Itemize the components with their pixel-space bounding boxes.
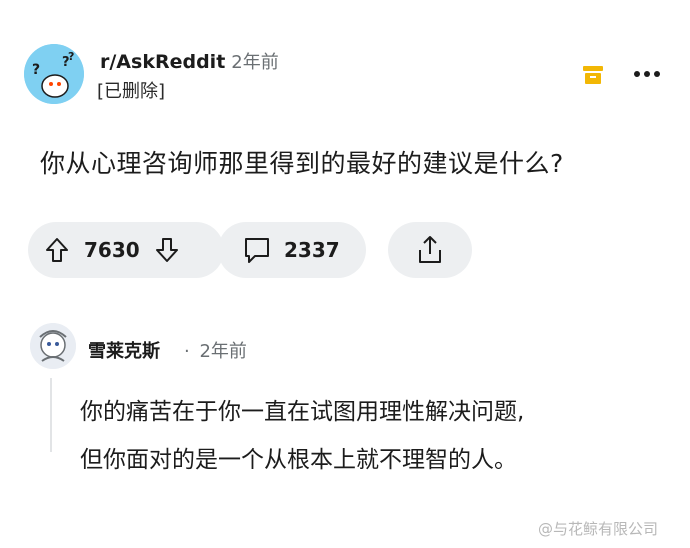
commenter-avatar[interactable] [30,323,76,369]
commenter-name[interactable]: 雪莱克斯 [88,337,160,363]
more-options-icon[interactable] [632,64,662,84]
comment-count: 2337 [284,238,340,262]
post-author: [已删除] [97,81,166,102]
subreddit-name[interactable]: r/AskReddit [100,51,225,73]
comments-button[interactable]: 2337 [218,222,366,278]
share-button[interactable] [388,222,472,278]
svg-text:?: ? [32,62,40,78]
thread-line[interactable] [50,378,52,452]
upvote-icon[interactable] [42,235,72,265]
snoo-avatar-icon: ? ? ? [24,44,84,104]
svg-text:?: ? [68,50,74,63]
share-icon [415,235,445,265]
meta-separator: · [184,341,190,362]
watermark: @与花鲸有限公司 [538,520,659,538]
comment-age: 2年前 [199,341,247,362]
post-title[interactable]: 你从心理咨询师那里得到的最好的建议是什么? [40,144,564,180]
subreddit-name-row[interactable]: r/AskReddit 2年前 [100,48,279,74]
vote-bar: 7630 [28,222,224,278]
comment-meta: · 2年前 [184,337,247,363]
comment-line: 你的痛苦在于你一直在试图用理性解决问题, [80,399,525,425]
upvote-count: 7630 [84,238,140,262]
comment-line: 但你面对的是一个从根本上就不理智的人。 [80,447,517,473]
post-age: 2年前 [231,52,279,73]
save-icon[interactable] [580,62,606,88]
downvote-icon[interactable] [152,235,182,265]
comment-body: 你的痛苦在于你一直在试图用理性解决问题, 但你面对的是一个从根本上就不理智的人。 [80,388,680,484]
subreddit-avatar[interactable]: ? ? ? [24,44,84,104]
comment-icon [242,235,272,265]
